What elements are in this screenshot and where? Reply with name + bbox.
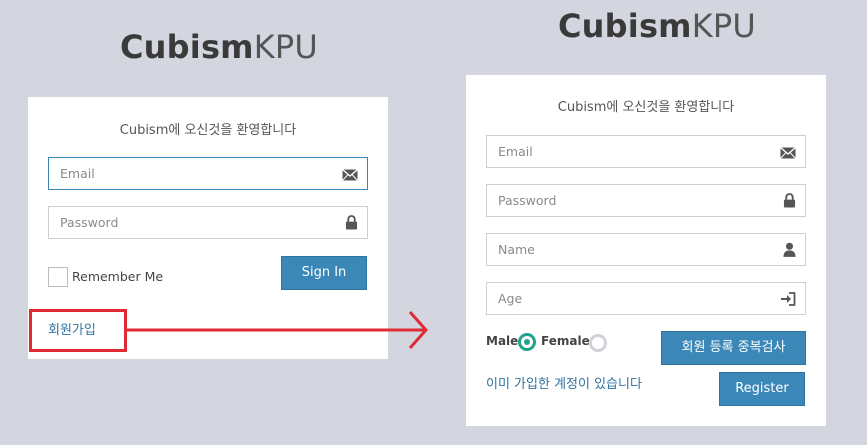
register-name-field[interactable] — [486, 233, 806, 266]
have-account-link[interactable]: 이미 가입한 계정이 있습니다 — [486, 373, 642, 392]
user-icon — [783, 242, 796, 257]
register-welcome-text: Cubism에 오신것을 환영합니다 — [557, 100, 735, 115]
register-password-field[interactable] — [486, 184, 806, 217]
register-button[interactable]: Register — [719, 372, 805, 406]
right-brand-thin: KPU — [691, 7, 757, 45]
gender-female-radio[interactable] — [589, 334, 607, 352]
register-email-input[interactable] — [487, 136, 805, 167]
duplicate-check-button[interactable]: 회원 등록 중복검사 — [661, 331, 806, 365]
register-panel: Cubism에 오신것을 환영합니다 Male Fem — [466, 75, 826, 426]
gender-male-radio[interactable] — [518, 333, 536, 351]
sign-in-icon — [781, 292, 796, 306]
gender-male-label: Male — [486, 334, 519, 348]
register-age-input[interactable] — [487, 283, 805, 314]
register-email-field[interactable] — [486, 135, 806, 168]
register-password-input[interactable] — [487, 185, 805, 216]
register-age-field[interactable] — [486, 282, 806, 315]
gender-female-label: Female — [541, 334, 590, 348]
right-brand-bold: Cubism — [558, 7, 692, 45]
envelope-icon — [780, 146, 796, 159]
lock-icon — [783, 193, 796, 208]
register-name-input[interactable] — [487, 234, 805, 265]
right-brand-title: CubismKPU — [558, 7, 756, 45]
